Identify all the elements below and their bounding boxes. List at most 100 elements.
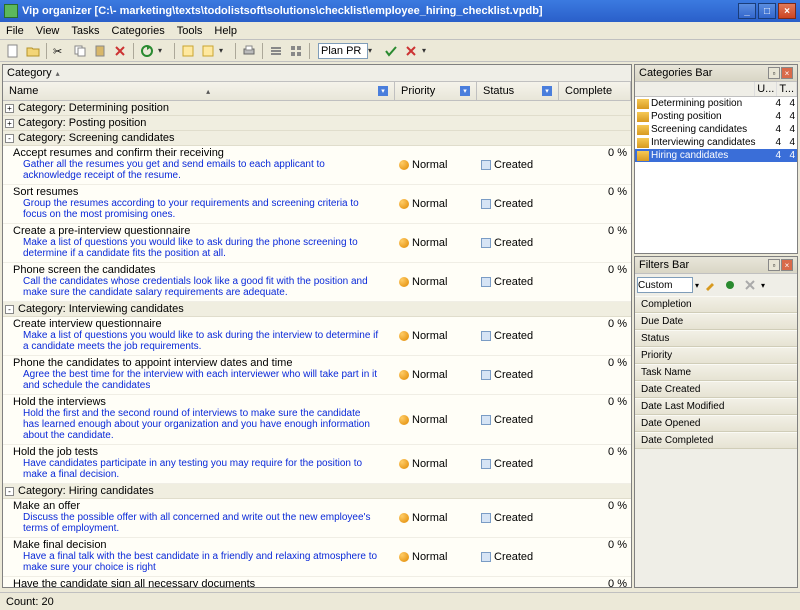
category-row[interactable]: -Category: Interviewing candidates [3,302,631,317]
expand-toggle-icon[interactable]: - [5,487,14,496]
view2-button[interactable] [287,42,305,60]
category-item-name: Determining position [651,98,767,109]
category-row[interactable]: +Category: Determining position [3,101,631,116]
category-item[interactable]: Interviewing candidates44 [635,136,797,149]
categories-close-button[interactable]: × [781,67,793,79]
category-item[interactable]: Hiring candidates44 [635,149,797,162]
task-complete-value: 0 % [559,445,631,483]
copy-button[interactable] [71,42,89,60]
task-dropdown[interactable]: ▾ [219,46,231,55]
expand-toggle-icon[interactable]: + [5,119,14,128]
category-item-name: Hiring candidates [651,150,767,161]
column-header-priority[interactable]: Priority▾ [395,82,477,100]
cut-button[interactable]: ✂ [51,42,69,60]
task-status-value: Created [494,276,533,288]
filter-item[interactable]: Completion [635,296,797,313]
category-item[interactable]: Determining position44 [635,97,797,110]
task-new-button[interactable] [179,42,197,60]
task-title: Create interview questionnaire [13,318,391,330]
categories-panel: Categories Bar ▫ × U...T... Determining … [634,64,798,254]
category-item[interactable]: Posting position44 [635,110,797,123]
filters-close-button[interactable]: × [781,259,793,271]
task-row[interactable]: Have the candidate sign all necessary do… [3,577,631,587]
grid-body[interactable]: +Category: Determining position+Category… [3,101,631,587]
filter-item[interactable]: Task Name [635,364,797,381]
category-row[interactable]: -Category: Hiring candidates [3,484,631,499]
task-row[interactable]: Sort resumesGroup the resumes according … [3,185,631,224]
expand-toggle-icon[interactable]: - [5,305,14,314]
delete-button[interactable] [111,42,129,60]
view1-button[interactable] [267,42,285,60]
task-row[interactable]: Make an offerDiscuss the possible offer … [3,499,631,538]
category-row[interactable]: +Category: Posting position [3,116,631,131]
task-row[interactable]: Phone screen the candidatesCall the cand… [3,263,631,302]
filters-pin-button[interactable]: ▫ [768,259,780,271]
filter-clear-dropdown[interactable]: ▾ [761,281,765,290]
menu-help[interactable]: Help [208,23,243,39]
task-complete-value: 0 % [559,499,631,537]
plan-dropdown[interactable]: ▾ [368,46,380,55]
new-doc-button[interactable] [4,42,22,60]
grid-header: Name▴▾ Priority▾ Status▾ Complete [3,82,631,101]
menu-tasks[interactable]: Tasks [65,23,105,39]
filter-edit-button[interactable] [701,276,719,294]
priority-icon [399,415,409,425]
filter-combo[interactable] [637,277,693,293]
filter-item[interactable]: Date Last Modified [635,398,797,415]
filter-item[interactable]: Priority [635,347,797,364]
refresh-dropdown[interactable]: ▾ [158,46,170,55]
task-edit-button[interactable] [199,42,217,60]
expand-toggle-icon[interactable]: - [5,134,14,143]
open-button[interactable] [24,42,42,60]
filter-clear-button[interactable] [741,276,759,294]
categories-pin-button[interactable]: ▫ [768,67,780,79]
maximize-button[interactable]: □ [758,3,776,19]
priority-icon [399,513,409,523]
group-by-label: Category [7,67,52,79]
print-button[interactable] [240,42,258,60]
category-item-name: Posting position [651,111,767,122]
menu-tools[interactable]: Tools [171,23,209,39]
filter-apply-button[interactable] [721,276,739,294]
plan-cancel-button[interactable] [402,42,420,60]
task-row[interactable]: Accept resumes and confirm their receivi… [3,146,631,185]
task-row[interactable]: Make final decisionHave a final talk wit… [3,538,631,577]
minimize-button[interactable]: _ [738,3,756,19]
refresh-button[interactable] [138,42,156,60]
paste-button[interactable] [91,42,109,60]
category-item-name: Interviewing candidates [651,137,767,148]
priority-icon [399,199,409,209]
menu-categories[interactable]: Categories [106,23,171,39]
task-row[interactable]: Hold the interviewsHold the first and th… [3,395,631,445]
filter-item[interactable]: Due Date [635,313,797,330]
task-row[interactable]: Create interview questionnaireMake a lis… [3,317,631,356]
status-icon [481,513,491,523]
task-row[interactable]: Phone the candidates to appoint intervie… [3,356,631,395]
menu-view[interactable]: View [30,23,66,39]
task-row[interactable]: Create a pre-interview questionnaireMake… [3,224,631,263]
column-header-name[interactable]: Name▴▾ [3,82,395,100]
column-header-status[interactable]: Status▾ [477,82,559,100]
expand-toggle-icon[interactable]: + [5,104,14,113]
task-row[interactable]: Hold the job testsHave candidates partic… [3,445,631,484]
filter-item[interactable]: Date Opened [635,415,797,432]
filter-item[interactable]: Status [635,330,797,347]
task-title: Phone screen the candidates [13,264,391,276]
category-item[interactable]: Screening candidates44 [635,123,797,136]
filter-item[interactable]: Date Completed [635,432,797,449]
task-description: Group the resumes according to your requ… [13,198,391,222]
close-button[interactable]: × [778,3,796,19]
priority-icon [399,277,409,287]
column-header-complete[interactable]: Complete [559,82,631,100]
group-by-dropdown[interactable]: ▴ [56,69,60,78]
plan-input[interactable] [318,43,368,59]
plan-apply-button[interactable] [382,42,400,60]
filter-item[interactable]: Date Created [635,381,797,398]
category-row[interactable]: -Category: Screening candidates [3,131,631,146]
menu-file[interactable]: File [0,23,30,39]
task-priority-value: Normal [412,551,447,563]
plan-cancel-dropdown[interactable]: ▾ [422,46,434,55]
task-title: Make final decision [13,539,391,551]
filter-combo-dropdown[interactable]: ▾ [695,281,699,290]
category-item-total: 4 [783,124,795,135]
